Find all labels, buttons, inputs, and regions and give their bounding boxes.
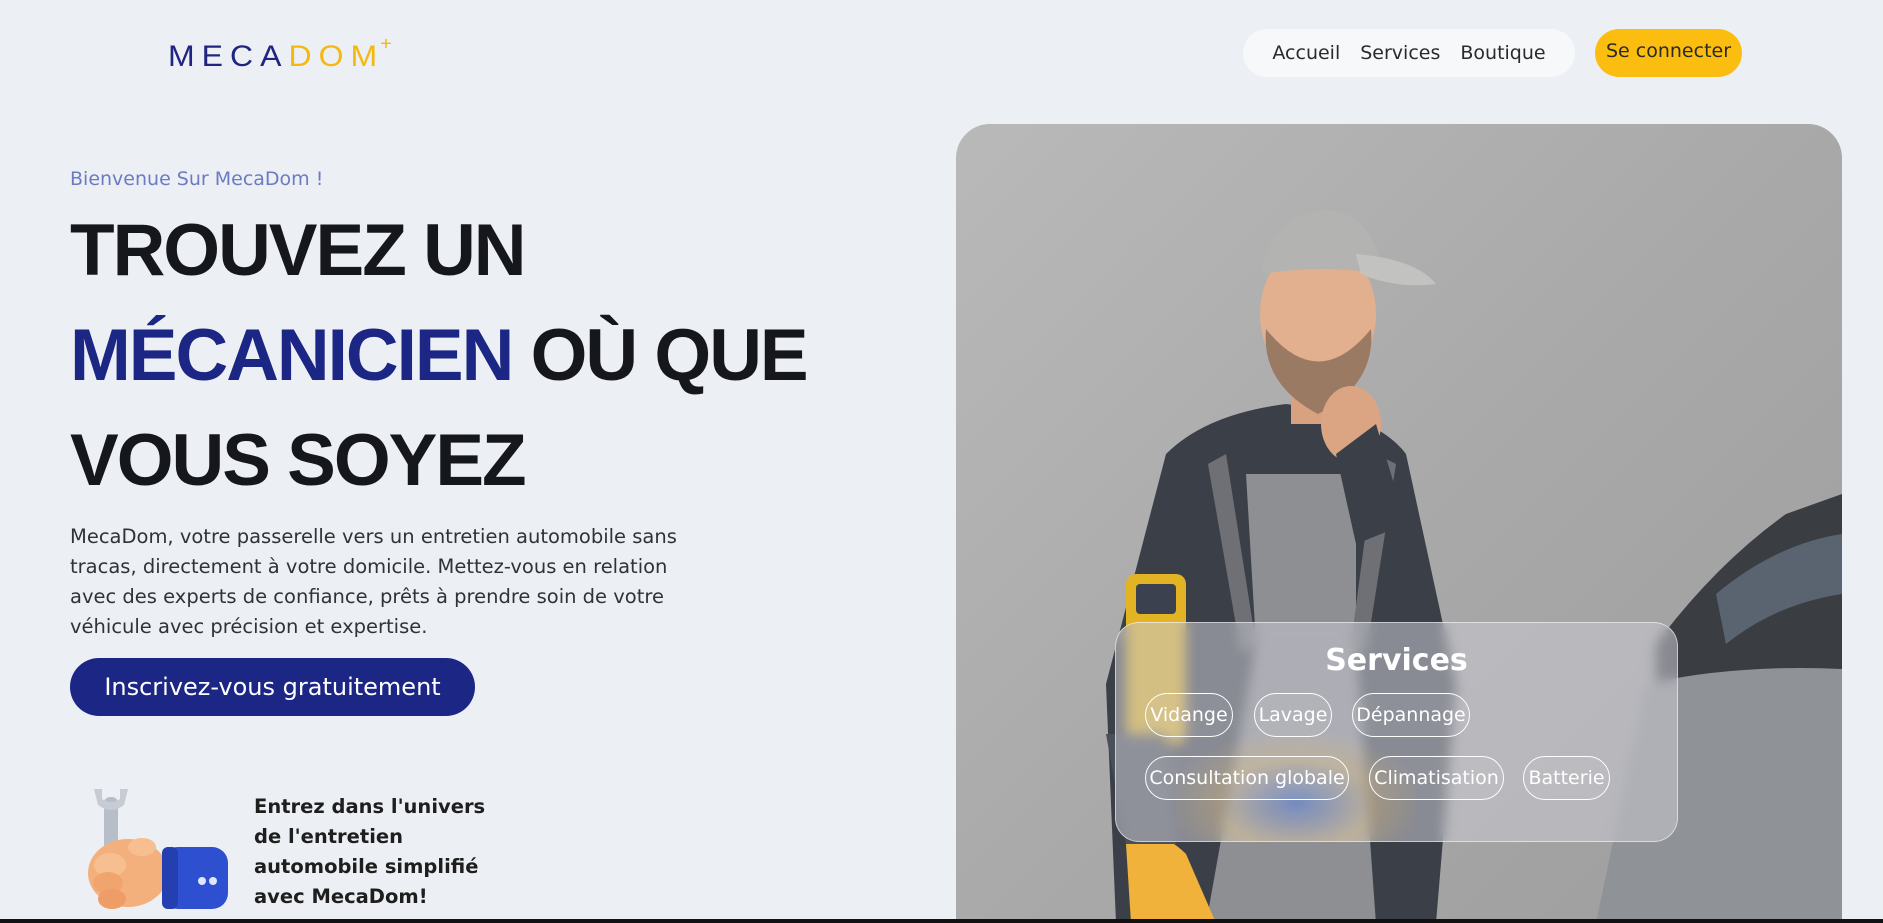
- logo-plus-mark: +: [380, 34, 392, 55]
- signup-button[interactable]: Inscrivez-vous gratuitement: [70, 658, 475, 716]
- hero-title-line1: TROUVEZ UN: [70, 210, 526, 291]
- logo-text-om: OM: [318, 39, 385, 73]
- nav-services[interactable]: Services: [1360, 42, 1440, 64]
- nav-boutique[interactable]: Boutique: [1460, 42, 1545, 64]
- hero-title-highlight: MÉCANICIEN: [70, 315, 514, 396]
- services-card: Services Vidange Lavage Dépannage Consul…: [1115, 622, 1678, 842]
- hero-description: MecaDom, votre passerelle vers un entret…: [70, 525, 677, 638]
- nav-accueil[interactable]: Accueil: [1272, 42, 1340, 64]
- wrench-hand-icon: [80, 785, 235, 923]
- chip-vidange[interactable]: Vidange: [1145, 693, 1233, 737]
- main-nav: Accueil Services Boutique: [1243, 29, 1575, 77]
- chip-lavage[interactable]: Lavage: [1254, 693, 1332, 737]
- bottom-edge: [0, 919, 1883, 923]
- services-card-title: Services: [1325, 643, 1468, 678]
- chip-batterie[interactable]: Batterie: [1523, 756, 1610, 800]
- logo-text-d: D: [288, 39, 319, 73]
- mecadom-logo[interactable]: MECADOM+: [168, 34, 392, 73]
- chip-depannage[interactable]: Dépannage: [1352, 693, 1470, 737]
- chip-consultation-globale[interactable]: Consultation globale: [1145, 756, 1349, 800]
- univers-text: Entrez dans l'univers de l'entretien aut…: [254, 795, 486, 908]
- hero-title: TROUVEZ UN MÉCANICIEN OÙ QUE VOUS SOYEZ: [70, 198, 870, 513]
- hero-title-line2: OÙ QUE: [512, 315, 809, 396]
- welcome-tagline: Bienvenue Sur MecaDom !: [70, 168, 324, 190]
- login-button[interactable]: Se connecter: [1595, 29, 1742, 77]
- logo-text-meca: MECA: [168, 39, 289, 73]
- hero-title-line3: VOUS SOYEZ: [70, 420, 527, 501]
- chip-climatisation[interactable]: Climatisation: [1369, 756, 1504, 800]
